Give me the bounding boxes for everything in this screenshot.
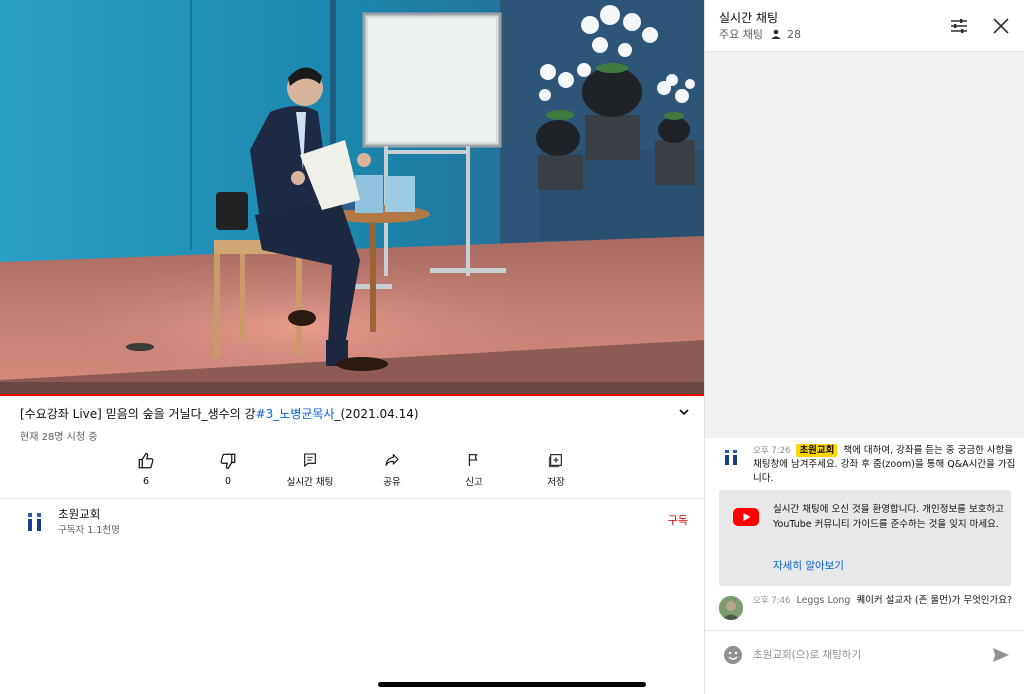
app-root: [수요강좌 Live] 믿음의 숲을 거닐다_생수의 강#3_노병균목사_(20… bbox=[0, 0, 1024, 694]
video-title-hashtag-link[interactable]: #3_노병균목사 bbox=[256, 407, 335, 421]
church-logo-icon bbox=[28, 513, 41, 531]
chat-header: 실시간 채팅 주요 채팅 28 bbox=[705, 0, 1024, 52]
share-label: 공유 bbox=[383, 477, 401, 488]
chat-message: 오후 7:46 Leggs Long 퀘이커 설교자 (존 울먼)가 무엇인가요? bbox=[719, 594, 1019, 620]
like-count: 6 bbox=[142, 476, 150, 487]
church-logo-icon bbox=[725, 450, 737, 465]
save-label: 저장 bbox=[547, 477, 565, 488]
flag-icon bbox=[468, 454, 478, 466]
video-player[interactable] bbox=[0, 0, 704, 396]
author-avatar[interactable] bbox=[719, 596, 743, 620]
chevron-down-icon[interactable] bbox=[676, 404, 692, 420]
like-button[interactable]: 6 bbox=[105, 452, 187, 488]
share-icon bbox=[385, 454, 399, 466]
video-title[interactable]: [수요강좌 Live] 믿음의 숲을 거닐다_생수의 강#3_노병균목사_(20… bbox=[20, 406, 690, 422]
share-button[interactable]: 공유 bbox=[351, 452, 433, 488]
tune-settings-icon[interactable] bbox=[949, 16, 969, 36]
subscribe-button[interactable]: 구독 bbox=[668, 512, 688, 528]
chat-welcome-banner: 실시간 채팅에 오신 것을 환영합니다. 개인정보를 보호하고 YouTube … bbox=[719, 490, 1011, 586]
thumbs-down-icon bbox=[220, 453, 236, 470]
message-author-owner-badge[interactable]: 초원교회 bbox=[796, 444, 838, 457]
thumbs-up-icon bbox=[138, 452, 154, 469]
live-chat-button[interactable]: 실시간 채팅 bbox=[269, 452, 351, 488]
save-icon bbox=[548, 454, 562, 468]
user-photo-icon bbox=[719, 596, 743, 620]
video-frame bbox=[0, 0, 704, 396]
send-icon[interactable] bbox=[991, 645, 1011, 665]
dislike-button[interactable]: 0 bbox=[187, 452, 269, 488]
learn-more-link[interactable]: 자세히 알아보기 bbox=[773, 558, 844, 573]
chat-mode-selector[interactable]: 주요 채팅 28 bbox=[719, 26, 801, 42]
chat-mode-label: 주요 채팅 bbox=[719, 28, 763, 41]
save-button[interactable]: 저장 bbox=[515, 452, 597, 488]
live-chat-icon bbox=[304, 453, 316, 468]
video-title-suffix: _(2021.04.14) bbox=[334, 407, 419, 421]
live-viewer-count: 현재 28명 시청 중 bbox=[20, 432, 98, 443]
channel-row: 초원교회 구독자 1.1천명 구독 bbox=[0, 500, 704, 540]
close-icon[interactable] bbox=[991, 16, 1011, 36]
message-text: 퀘이커 설교자 (존 울먼)가 무엇인가요? bbox=[856, 595, 1013, 606]
chat-message: 오후 7:26 초원교회 책에 대하여, 강좌를 듣는 중 궁금한 사항을 채팅창에… bbox=[719, 444, 1019, 486]
channel-avatar[interactable] bbox=[21, 508, 49, 536]
report-button[interactable]: 신고 bbox=[433, 452, 515, 488]
author-avatar[interactable] bbox=[719, 446, 743, 470]
video-info: [수요강좌 Live] 믿음의 숲을 거닐다_생수의 강#3_노병균목사_(20… bbox=[0, 396, 704, 694]
welcome-text: 실시간 채팅에 오신 것을 환영합니다. 개인정보를 보호하고 YouTube … bbox=[773, 504, 1004, 530]
message-timestamp: 오후 7:46 bbox=[753, 596, 791, 606]
message-timestamp: 오후 7:26 bbox=[753, 446, 791, 456]
video-title-prefix: [수요강좌 Live] 믿음의 숲을 거닐다_생수의 강 bbox=[20, 407, 256, 421]
channel-name[interactable]: 초원교회 bbox=[58, 506, 100, 522]
live-chat-panel: 실시간 채팅 주요 채팅 28 오후 7:26 초원교회 책에 대하여, 강좌를… bbox=[704, 0, 1024, 694]
person-icon bbox=[771, 29, 781, 39]
divider bbox=[0, 498, 704, 499]
report-label: 신고 bbox=[465, 477, 483, 488]
chat-input[interactable]: 초원교회(으)로 채팅하기 bbox=[753, 647, 861, 662]
action-bar: 6 0 실시간 채팅 공유 신고 저장 bbox=[105, 452, 605, 488]
chat-title: 실시간 채팅 bbox=[719, 11, 779, 25]
message-author[interactable]: Leggs Long bbox=[796, 595, 850, 606]
message-text: 책에 대하여, 강좌를 듣는 중 궁금한 사항을 채팅창에 남겨주세요. 강좌 … bbox=[753, 445, 1016, 484]
youtube-logo-icon bbox=[733, 508, 759, 526]
emoji-icon[interactable] bbox=[723, 645, 743, 665]
subscriber-count: 구독자 1.1천명 bbox=[58, 525, 120, 536]
dislike-count: 0 bbox=[224, 476, 232, 487]
chat-viewer-count: 28 bbox=[786, 27, 801, 41]
live-chat-label: 실시간 채팅 bbox=[286, 477, 334, 488]
home-indicator[interactable] bbox=[378, 682, 646, 687]
chat-input-bar: 초원교회(으)로 채팅하기 bbox=[705, 630, 1024, 694]
